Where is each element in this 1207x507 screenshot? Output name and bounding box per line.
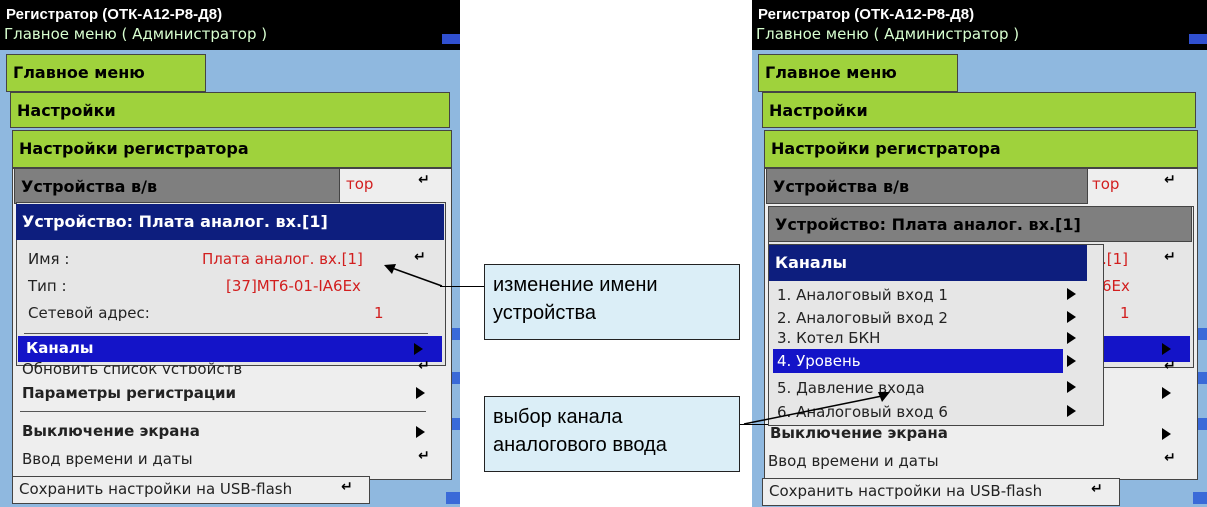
callout-rename: изменение имени устройства: [484, 264, 740, 340]
submenu-arrow-icon: [1067, 381, 1076, 393]
name-value-partial: .[1]: [1102, 250, 1129, 268]
tab-registrator-settings[interactable]: Настройки регистратора: [12, 130, 452, 168]
channel-item-label: 4. Уровень: [777, 352, 861, 370]
net-address-label: Сетевой адрес:: [28, 304, 150, 322]
pointer-arrow-icon: [743, 392, 890, 425]
tab-registrator-settings[interactable]: Настройки регистратора: [764, 130, 1198, 168]
callout-channel: выбор канала аналогового ввода: [484, 396, 740, 472]
io-devices-header[interactable]: Устройства в/в: [766, 168, 1088, 204]
reg-params-item[interactable]: Параметры регистрации: [22, 384, 236, 402]
net-value-partial: 1: [1120, 304, 1130, 322]
leader-line: [440, 286, 484, 287]
datetime-item[interactable]: Ввод времени и даты: [768, 452, 939, 470]
submenu-arrow-icon: [1162, 387, 1171, 399]
partial-text: тор: [346, 175, 374, 193]
datetime-item[interactable]: Ввод времени и даты: [22, 450, 193, 468]
tab-label: Настройки: [769, 101, 868, 120]
channels-label: Каналы: [26, 339, 94, 357]
divider: [24, 333, 428, 334]
device-dialog-title: Устройство: Плата аналог. вх.[1]: [775, 215, 1081, 234]
window-subtitle: Главное меню ( Администратор ): [756, 25, 1020, 43]
enter-icon: ↵: [1164, 450, 1176, 466]
enter-icon: ↵: [1164, 249, 1176, 265]
channels-submenu-header: Каналы: [769, 245, 1087, 281]
callout-channel-text: выбор канала аналогового ввода: [493, 406, 667, 456]
scroll-indicator: [442, 34, 460, 44]
net-address-value: 1: [374, 304, 384, 322]
app-title: Регистратор (ОТК-А12-Р8-Д8): [758, 6, 975, 23]
name-label: Имя :: [28, 250, 70, 268]
enter-icon: ↵: [418, 358, 430, 374]
right-screen: Регистратор (ОТК-А12-Р8-Д8) Главное меню…: [752, 0, 1207, 507]
io-devices-label: Устройства в/в: [773, 177, 910, 196]
channels-submenu-title: Каналы: [775, 253, 847, 272]
device-dialog-header: Устройство: Плата аналог. вх.[1]: [16, 204, 444, 240]
io-devices-header[interactable]: Устройства в/в: [14, 168, 340, 204]
channel-item-1[interactable]: 1. Аналоговый вход 1: [777, 286, 948, 304]
save-usb-label: Сохранить настройки на USB-flash: [19, 480, 293, 498]
enter-icon: ↵: [1091, 481, 1103, 497]
enter-icon: ↵: [1164, 358, 1176, 374]
save-usb-item[interactable]: Сохранить настройки на USB-flash ↵: [12, 476, 370, 504]
submenu-arrow-icon: [1067, 311, 1076, 323]
submenu-arrow-icon: [1067, 355, 1076, 367]
tab-label: Настройки регистратора: [19, 139, 249, 158]
save-usb-item[interactable]: Сохранить настройки на USB-flash ↵: [762, 478, 1120, 506]
tab-main-menu[interactable]: Главное меню: [758, 54, 958, 92]
submenu-arrow-icon: [1067, 405, 1076, 417]
tab-label: Настройки: [17, 101, 116, 120]
submenu-arrow-icon: [1067, 288, 1076, 300]
device-dialog-header: Устройство: Плата аналог. вх.[1]: [768, 206, 1192, 242]
tab-settings[interactable]: Настройки: [10, 92, 450, 128]
io-devices-label: Устройства в/в: [21, 177, 158, 196]
type-value: [37]МТ6-01-IA6Ex: [226, 277, 361, 295]
enter-icon: ↵: [418, 172, 430, 188]
type-label: Тип :: [28, 277, 67, 295]
window-subtitle: Главное меню ( Администратор ): [4, 25, 268, 43]
channel-item-3[interactable]: 3. Котел БКН: [777, 329, 880, 347]
name-value[interactable]: Плата аналог. вх.[1]: [202, 250, 363, 268]
submenu-arrow-icon: [416, 387, 425, 399]
tab-settings[interactable]: Настройки: [762, 92, 1196, 128]
left-screen: Регистратор (ОТК-А12-Р8-Д8) Главное меню…: [0, 0, 460, 507]
screen-off-item[interactable]: Выключение экрана: [22, 422, 200, 440]
enter-icon: ↵: [418, 448, 430, 464]
screen-off-item[interactable]: Выключение экрана: [770, 424, 948, 442]
enter-icon: ↵: [341, 479, 353, 495]
save-usb-label: Сохранить настройки на USB-flash: [769, 482, 1043, 500]
callout-rename-text: изменение имени устройства: [493, 274, 658, 324]
device-dialog-title: Устройство: Плата аналог. вх.[1]: [22, 212, 328, 231]
tab-label: Настройки регистратора: [771, 139, 1001, 158]
app-title: Регистратор (ОТК-А12-Р8-Д8): [6, 6, 223, 23]
channel-item-4[interactable]: 4. Уровень: [773, 349, 1063, 373]
partial-text: тор: [1092, 175, 1120, 193]
update-list-item[interactable]: Обновить список устройств: [22, 360, 242, 374]
submenu-arrow-icon: [1067, 332, 1076, 344]
scroll-marker: [446, 492, 460, 504]
title-bar: Регистратор (ОТК-А12-Р8-Д8) Главное меню…: [0, 0, 460, 50]
scroll-indicator: [1189, 34, 1207, 44]
submenu-arrow-icon: [414, 343, 423, 355]
divider: [20, 411, 426, 412]
tab-label: Главное меню: [765, 63, 897, 82]
tab-label: Главное меню: [13, 63, 145, 82]
tab-main-menu[interactable]: Главное меню: [6, 54, 206, 92]
title-bar: Регистратор (ОТК-А12-Р8-Д8) Главное меню…: [752, 0, 1207, 50]
channel-item-2[interactable]: 2. Аналоговый вход 2: [777, 309, 948, 327]
enter-icon: ↵: [1164, 172, 1176, 188]
scroll-marker: [1193, 492, 1207, 504]
submenu-arrow-icon: [1162, 343, 1171, 355]
submenu-arrow-icon: [1162, 428, 1171, 440]
type-value-partial: 6Ex: [1102, 277, 1130, 295]
channels-item[interactable]: Каналы: [18, 336, 442, 362]
submenu-arrow-icon: [416, 426, 425, 438]
pointer-arrow-icon: [384, 264, 443, 287]
